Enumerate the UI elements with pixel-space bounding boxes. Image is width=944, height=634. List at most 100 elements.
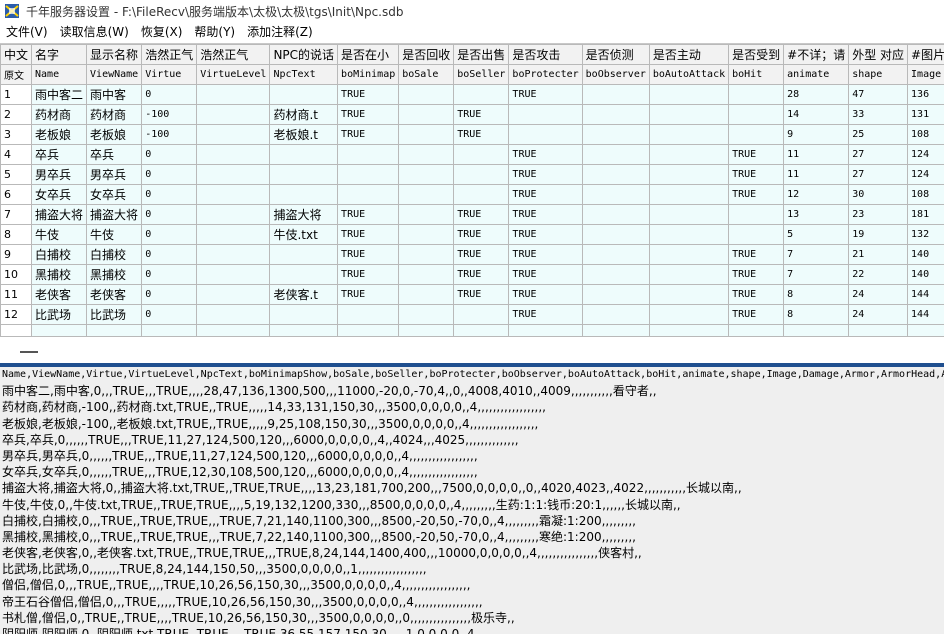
table-cell[interactable]	[398, 324, 455, 337]
table-cell[interactable]	[141, 324, 198, 337]
table-cell[interactable]	[196, 324, 271, 337]
table-cell[interactable]	[581, 244, 650, 265]
table-cell[interactable]: TRUE	[728, 164, 785, 185]
row-number[interactable]: 1	[0, 84, 33, 105]
column-header-field[interactable]: NpcText	[269, 64, 339, 85]
table-cell[interactable]	[508, 104, 583, 125]
table-cell[interactable]: 33	[848, 104, 909, 125]
table-cell[interactable]	[728, 204, 785, 225]
table-cell[interactable]: TRUE	[728, 144, 785, 165]
table-cell[interactable]	[453, 304, 510, 325]
table-cell[interactable]: 牛伎	[31, 224, 88, 245]
table-cell[interactable]: 男卒兵	[86, 164, 143, 185]
table-cell[interactable]: 0	[141, 164, 198, 185]
table-cell[interactable]: 140	[907, 244, 944, 265]
column-header-cn[interactable]: 是否受到	[728, 44, 785, 65]
table-cell[interactable]	[398, 164, 455, 185]
table-cell[interactable]	[269, 164, 339, 185]
table-cell[interactable]: 老侠客	[31, 284, 88, 305]
table-cell[interactable]: 7	[783, 264, 850, 285]
table-cell[interactable]	[581, 224, 650, 245]
text-line[interactable]: 老侠客,老侠客,0,,老侠客.txt,TRUE,,TRUE,TRUE,,,TRU…	[0, 545, 944, 561]
table-cell[interactable]	[196, 164, 271, 185]
table-cell[interactable]: 男卒兵	[31, 164, 88, 185]
table-cell[interactable]	[196, 264, 271, 285]
table-cell[interactable]: 女卒兵	[31, 184, 88, 205]
table-cell[interactable]: TRUE	[508, 184, 583, 205]
table-cell[interactable]	[648, 284, 730, 305]
table-cell[interactable]: 雨中客	[86, 84, 143, 105]
table-cell[interactable]: 7	[783, 244, 850, 265]
table-cell[interactable]	[907, 324, 944, 337]
table-cell[interactable]: 老侠客	[86, 284, 143, 305]
table-cell[interactable]: 11	[783, 144, 850, 165]
table-cell[interactable]	[0, 324, 33, 337]
text-line[interactable]: 帝王石谷僧侣,僧侣,0,,,TRUE,,,,,TRUE,10,26,56,150…	[0, 594, 944, 610]
table-cell[interactable]: 124	[907, 164, 944, 185]
table-cell[interactable]: 0	[141, 264, 198, 285]
column-header-cn[interactable]: 是否攻击	[508, 44, 583, 65]
table-cell[interactable]	[581, 264, 650, 285]
table-cell[interactable]	[581, 184, 650, 205]
table-cell[interactable]: 老板娘	[31, 124, 88, 145]
table-cell[interactable]	[337, 304, 400, 325]
table-cell[interactable]: 131	[907, 104, 944, 125]
table-cell[interactable]	[783, 324, 850, 337]
table-cell[interactable]: TRUE	[508, 164, 583, 185]
text-line[interactable]: 女卒兵,女卒兵,0,,,,,,TRUE,,,TRUE,12,30,108,500…	[0, 464, 944, 480]
raw-text-pane[interactable]: Name,ViewName,Virtue,VirtueLevel,NpcText…	[0, 367, 944, 634]
table-cell[interactable]: 0	[141, 224, 198, 245]
table-cell[interactable]: 老板娘	[86, 124, 143, 145]
text-header-line[interactable]: Name,ViewName,Virtue,VirtueLevel,NpcText…	[0, 367, 944, 383]
column-header-field[interactable]: boHit	[728, 64, 785, 85]
table-cell[interactable]: 0	[141, 244, 198, 265]
table-cell[interactable]	[648, 104, 730, 125]
row-number[interactable]: 10	[0, 264, 33, 285]
column-header-cn[interactable]: 是否回收	[398, 44, 455, 65]
row-number[interactable]: 7	[0, 204, 33, 225]
table-cell[interactable]: TRUE	[453, 124, 510, 145]
table-cell[interactable]	[581, 84, 650, 105]
column-header-cn[interactable]: 浩然正气	[141, 44, 198, 65]
table-cell[interactable]	[337, 184, 400, 205]
column-header-field[interactable]: boAutoAttack	[648, 64, 730, 85]
column-header-cn[interactable]: 中文	[0, 44, 33, 65]
table-cell[interactable]: TRUE	[508, 224, 583, 245]
table-cell[interactable]	[337, 144, 400, 165]
row-number[interactable]: 3	[0, 124, 33, 145]
table-cell[interactable]: 牛伎.txt	[269, 224, 339, 245]
column-header-field[interactable]: ViewName	[86, 64, 143, 85]
table-cell[interactable]: TRUE	[508, 204, 583, 225]
table-cell[interactable]: TRUE	[508, 84, 583, 105]
table-cell[interactable]	[86, 324, 143, 337]
table-cell[interactable]: 144	[907, 304, 944, 325]
table-cell[interactable]: 捕盗大将	[269, 204, 339, 225]
table-cell[interactable]: 22	[848, 264, 909, 285]
table-cell[interactable]: 比武场	[31, 304, 88, 325]
table-cell[interactable]: 14	[783, 104, 850, 125]
table-cell[interactable]	[196, 284, 271, 305]
table-cell[interactable]: 30	[848, 184, 909, 205]
column-header-cn[interactable]: 显示名称	[86, 44, 143, 65]
table-cell[interactable]	[196, 144, 271, 165]
table-cell[interactable]	[581, 164, 650, 185]
column-header-cn[interactable]: 名字	[31, 44, 88, 65]
table-cell[interactable]	[581, 284, 650, 305]
table-cell[interactable]: TRUE	[728, 184, 785, 205]
table-cell[interactable]	[31, 324, 88, 337]
row-number[interactable]: 8	[0, 224, 33, 245]
table-cell[interactable]: 白捕校	[86, 244, 143, 265]
column-header-cn[interactable]: 外型 对应	[848, 44, 909, 65]
table-cell[interactable]	[581, 324, 650, 337]
table-cell[interactable]	[398, 284, 455, 305]
splitter-grip[interactable]	[20, 351, 38, 353]
column-header-cn[interactable]: 是否出售	[453, 44, 510, 65]
table-cell[interactable]: TRUE	[453, 104, 510, 125]
table-cell[interactable]: 雨中客二	[31, 84, 88, 105]
table-cell[interactable]: 女卒兵	[86, 184, 143, 205]
table-cell[interactable]: 8	[783, 284, 850, 305]
table-cell[interactable]	[648, 144, 730, 165]
text-line[interactable]: 白捕校,白捕校,0,,,TRUE,,TRUE,TRUE,,,TRUE,7,21,…	[0, 513, 944, 529]
table-cell[interactable]	[648, 304, 730, 325]
table-cell[interactable]: 132	[907, 224, 944, 245]
